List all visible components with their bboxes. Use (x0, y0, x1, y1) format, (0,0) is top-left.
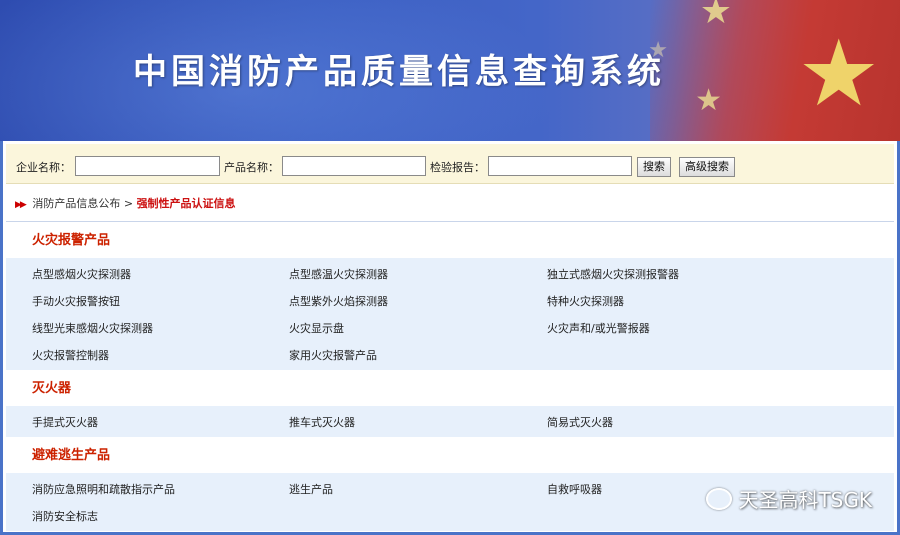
flag-star-icon: ★ (797, 20, 880, 127)
product-link[interactable]: 简易式灭火器 (547, 414, 613, 430)
table-row: 手动火灾报警按钮 点型紫外火焰探测器 特种火灾探测器 (6, 287, 894, 314)
flag-graphic: ★ ★ ★ ★ (648, 0, 900, 141)
product-link[interactable]: 家用火灾报警产品 (289, 347, 377, 363)
product-link[interactable]: 手动火灾报警按钮 (32, 293, 120, 309)
section-body-fire-alarm: 点型感烟火灾探测器 点型感温火灾探测器 独立式感烟火灾探测报警器 手动火灾报警按… (6, 258, 894, 370)
page-title: 中国消防产品质量信息查询系统 (133, 52, 665, 92)
main-frame: 企业名称： 产品名称： 检验报告： 搜索 高级搜索 ▶▶ 消防产品信息公布 > … (0, 141, 900, 535)
double-arrow-icon: ▶▶ (15, 200, 27, 210)
product-input[interactable] (282, 156, 426, 176)
breadcrumb-separator: > (123, 197, 134, 210)
breadcrumb-current: 强制性产品认证信息 (136, 197, 236, 210)
watermark-text: 天圣高科TSGK (738, 488, 872, 512)
flag-star-icon: ★ (699, 0, 732, 32)
table-row: 点型感烟火灾探测器 点型感温火灾探测器 独立式感烟火灾探测报警器 (6, 260, 894, 287)
company-input[interactable] (75, 156, 220, 176)
section-title-evacuation: 避难逃生产品 (6, 437, 894, 473)
product-link[interactable]: 点型感烟火灾探测器 (32, 266, 131, 282)
product-link[interactable]: 火灾报警控制器 (32, 347, 109, 363)
section-title-fire-alarm: 火灾报警产品 (6, 222, 894, 258)
product-link[interactable]: 点型感温火灾探测器 (289, 266, 388, 282)
breadcrumb-parent[interactable]: 消防产品信息公布 (32, 197, 120, 210)
product-link[interactable]: 独立式感烟火灾探测报警器 (547, 266, 679, 282)
product-link[interactable]: 手提式灭火器 (32, 414, 98, 430)
section-body-extinguisher: 手提式灭火器 推车式灭火器 简易式灭火器 (6, 406, 894, 437)
product-link[interactable]: 推车式灭火器 (289, 414, 355, 430)
product-link[interactable]: 逃生产品 (289, 481, 333, 497)
product-label: 产品名称： (224, 161, 279, 174)
section-title-extinguisher: 灭火器 (6, 370, 894, 406)
product-link[interactable]: 特种火灾探测器 (547, 293, 624, 309)
product-link[interactable]: 消防安全标志 (32, 508, 98, 524)
report-input[interactable] (488, 156, 632, 176)
search-button[interactable]: 搜索 (637, 157, 671, 177)
product-link[interactable]: 点型紫外火焰探测器 (289, 293, 388, 309)
table-row: 火灾报警控制器 家用火灾报警产品 (6, 341, 894, 368)
advanced-search-button[interactable]: 高级搜索 (679, 157, 735, 177)
table-row: 线型光束感烟火灾探测器 火灾显示盘 火灾声和/或光警报器 (6, 314, 894, 341)
company-label: 企业名称： (16, 161, 71, 174)
product-link[interactable]: 自救呼吸器 (547, 481, 602, 497)
search-bar: 企业名称： 产品名称： 检验报告： 搜索 高级搜索 (6, 144, 894, 184)
watermark: 天圣高科TSGK (706, 484, 872, 513)
header-banner: ★ ★ ★ ★ 中国消防产品质量信息查询系统 (0, 0, 900, 141)
report-label: 检验报告： (430, 161, 485, 174)
product-link[interactable]: 线型光束感烟火灾探测器 (32, 320, 153, 336)
flag-star-icon: ★ (695, 83, 722, 118)
product-link[interactable]: 消防应急照明和疏散指示产品 (32, 481, 175, 497)
wechat-icon (706, 487, 733, 510)
breadcrumb: ▶▶ 消防产品信息公布 > 强制性产品认证信息 (15, 195, 236, 211)
product-link[interactable]: 火灾显示盘 (289, 320, 344, 336)
product-link[interactable]: 火灾声和/或光警报器 (547, 320, 650, 336)
table-row: 手提式灭火器 推车式灭火器 简易式灭火器 (6, 408, 894, 435)
